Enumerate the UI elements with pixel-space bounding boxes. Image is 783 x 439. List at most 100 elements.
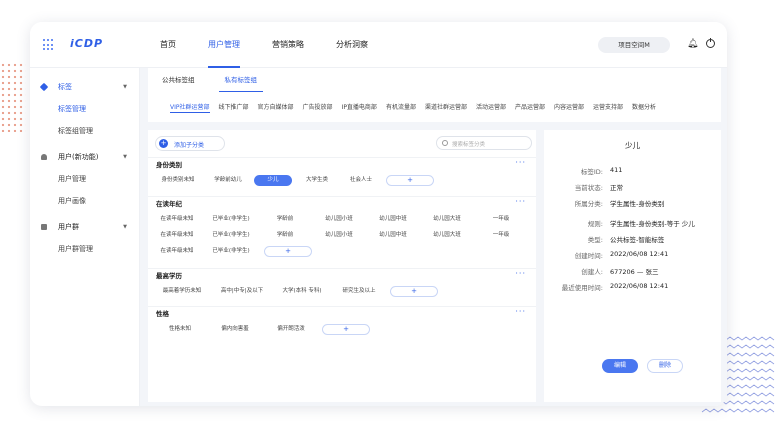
tag-chip[interactable]: 在读年级未知 <box>152 246 202 257</box>
tag-chip[interactable]: 最高着学历未知 <box>154 286 210 297</box>
sidebar-group-label: 用户群 <box>58 223 79 231</box>
bell-icon[interactable]: 🔔︎ <box>687 39 698 49</box>
tab-department[interactable]: VIP社群运营部 <box>170 102 210 114</box>
project-selector[interactable]: 项目空间M <box>598 37 670 53</box>
tab-department[interactable]: 广告投放部 <box>303 102 333 111</box>
chevron-down-icon: ▼ <box>123 84 127 90</box>
sidebar-item-user-group-management[interactable]: 用户群管理 <box>30 238 139 260</box>
tag-icon <box>39 82 49 92</box>
primary-tabs: 公共标签组 私有标签组 <box>162 68 287 92</box>
category-section: 在读年纪 ··· 在读年级未知 已毕业(非学生) 学龄前 幼儿园小班 幼儿园中班… <box>148 196 536 260</box>
tab-private-tag-groups[interactable]: 私有标签组 <box>218 68 263 92</box>
delete-button[interactable]: 删除 <box>647 359 683 373</box>
tag-chip[interactable]: 社会人士 <box>342 175 380 186</box>
category-title: 性格 <box>156 310 169 318</box>
tab-department[interactable]: 官方自媒体部 <box>258 102 294 111</box>
nav-home[interactable]: 首页 <box>160 22 176 68</box>
more-icon[interactable]: ··· <box>515 156 526 170</box>
sidebar-group-label: 用户(新功能) <box>58 153 99 161</box>
tag-chip[interactable]: 偏开朗活泼 <box>266 324 316 335</box>
tag-chip[interactable]: 大学生类 <box>298 175 336 186</box>
sidebar-group-user-groups[interactable]: 用户群 ▼ <box>30 216 139 238</box>
tag-chip[interactable]: 在读年级未知 <box>152 230 202 241</box>
tab-department[interactable]: IP直播电商部 <box>342 102 377 111</box>
department-tabs: VIP社群运营部 线下推广部 官方自媒体部 广告投放部 IP直播电商部 有机流量… <box>170 102 665 114</box>
tag-chip[interactable]: 一年级 <box>476 214 526 225</box>
main-area: 公共标签组 私有标签组 VIP社群运营部 线下推广部 官方自媒体部 广告投放部 … <box>140 68 727 406</box>
tag-chip[interactable]: 已毕业(非学生) <box>206 246 256 257</box>
chevron-down-icon: ▼ <box>123 224 127 230</box>
tab-department[interactable]: 渠道社群运营部 <box>425 102 467 111</box>
user-icon <box>41 154 47 160</box>
sidebar-item-user-management[interactable]: 用户管理 <box>30 168 139 190</box>
category-list-panel: + 添加子分类 搜索标签分类 身份类别 ··· 身份类别未知 学龄前幼儿 少儿 … <box>148 130 536 402</box>
add-tag-button[interactable]: + <box>390 286 438 297</box>
app-logo: iCDP <box>70 37 104 50</box>
decor-dots <box>0 62 26 132</box>
sidebar-group-users[interactable]: 用户(新功能) ▼ <box>30 146 139 168</box>
users-icon <box>41 224 47 230</box>
tab-department[interactable]: 数据分析 <box>632 102 656 111</box>
sidebar-item-user-profile[interactable]: 用户画像 <box>30 190 139 212</box>
main-nav: 首页 用户管理 营销策略 分析洞察 <box>160 22 400 68</box>
edit-button[interactable]: 编辑 <box>602 359 638 373</box>
tab-department[interactable]: 运营支持部 <box>593 102 623 111</box>
tag-chip[interactable]: 幼儿园大班 <box>422 214 472 225</box>
tab-public-tag-groups[interactable]: 公共标签组 <box>162 68 195 92</box>
tab-department[interactable]: 产品运营部 <box>515 102 545 111</box>
search-icon <box>442 140 448 146</box>
category-section: 性格 ··· 性格未知 偏内向害羞 偏开朗活泼 + <box>148 306 536 338</box>
tag-chip[interactable]: 幼儿园中班 <box>368 230 418 241</box>
tab-department[interactable]: 活动运营部 <box>476 102 506 111</box>
tag-chip[interactable]: 学龄前 <box>260 230 310 241</box>
tag-chip[interactable]: 身份类别未知 <box>156 175 200 186</box>
more-icon[interactable]: ··· <box>515 305 526 319</box>
sidebar-item-tag-management[interactable]: 标签管理 <box>30 98 139 120</box>
tag-chip[interactable]: 已毕业(非学生) <box>206 230 256 241</box>
tag-detail-panel: 少儿 标签ID: 411 当前状态: 正常 所属分类: 学生属性-身份类别 规则: 学生… <box>544 130 721 402</box>
sidebar-group-tags[interactable]: 标签 ▼ <box>30 76 139 98</box>
tag-chip[interactable]: 偏内向害羞 <box>210 324 260 335</box>
tag-chip[interactable]: 幼儿园小班 <box>314 230 364 241</box>
sidebar-group-label: 标签 <box>58 83 72 91</box>
nav-marketing[interactable]: 营销策略 <box>272 22 304 68</box>
sidebar-item-tag-group-management[interactable]: 标签组管理 <box>30 120 139 142</box>
category-title: 身份类别 <box>156 161 182 169</box>
app-grid-icon[interactable] <box>43 39 55 51</box>
tab-department[interactable]: 线下推广部 <box>219 102 249 111</box>
sidebar: 标签 ▼ 标签管理 标签组管理 用户(新功能) ▼ 用户管理 用户画像 用户群 … <box>30 68 140 406</box>
category-title: 在读年纪 <box>156 200 182 208</box>
tag-chip[interactable]: 大学(本科 专科) <box>274 286 330 297</box>
logout-icon[interactable] <box>706 38 715 48</box>
add-tag-button[interactable]: + <box>322 324 370 335</box>
category-search-input[interactable]: 搜索标签分类 <box>436 136 532 150</box>
tag-chip[interactable]: 已毕业(非学生) <box>206 214 256 225</box>
tag-chip-selected[interactable]: 少儿 <box>254 175 292 186</box>
detail-title: 少儿 <box>625 141 640 150</box>
add-tag-button[interactable]: + <box>386 175 434 186</box>
tab-department[interactable]: 内容运营部 <box>554 102 584 111</box>
more-icon[interactable]: ··· <box>515 267 526 281</box>
plus-icon: + <box>159 139 168 148</box>
tab-department[interactable]: 有机流量部 <box>386 102 416 111</box>
tag-chip[interactable]: 幼儿园小班 <box>314 214 364 225</box>
tag-chip[interactable]: 研究生及以上 <box>334 286 384 297</box>
category-section: 最高学历 ··· 最高着学历未知 高中|中专|及以下 大学(本科 专科) 研究生… <box>148 268 536 300</box>
tabs-panel: 公共标签组 私有标签组 VIP社群运营部 线下推广部 官方自媒体部 广告投放部 … <box>148 68 721 122</box>
add-tag-button[interactable]: + <box>264 246 312 257</box>
tag-chip[interactable]: 幼儿园大班 <box>422 230 472 241</box>
app-window: iCDP 首页 用户管理 营销策略 分析洞察 项目空间M 🔔︎ 标签 ▼ 标签管… <box>30 22 727 406</box>
add-subcategory-button[interactable]: + 添加子分类 <box>155 136 225 151</box>
tag-chip[interactable]: 学龄前幼儿 <box>208 175 248 186</box>
top-bar: iCDP 首页 用户管理 营销策略 分析洞察 项目空间M 🔔︎ <box>30 22 727 68</box>
nav-insights[interactable]: 分析洞察 <box>336 22 368 68</box>
more-icon[interactable]: ··· <box>515 195 526 209</box>
tag-chip[interactable]: 高中|中专|及以下 <box>214 286 270 297</box>
tag-chip[interactable]: 一年级 <box>476 230 526 241</box>
tag-chip[interactable]: 性格未知 <box>156 324 204 335</box>
tag-chip[interactable]: 在读年级未知 <box>152 214 202 225</box>
tag-chip[interactable]: 学龄前 <box>260 214 310 225</box>
nav-user-management[interactable]: 用户管理 <box>208 22 240 68</box>
chevron-down-icon: ▼ <box>123 154 127 160</box>
tag-chip[interactable]: 幼儿园中班 <box>368 214 418 225</box>
